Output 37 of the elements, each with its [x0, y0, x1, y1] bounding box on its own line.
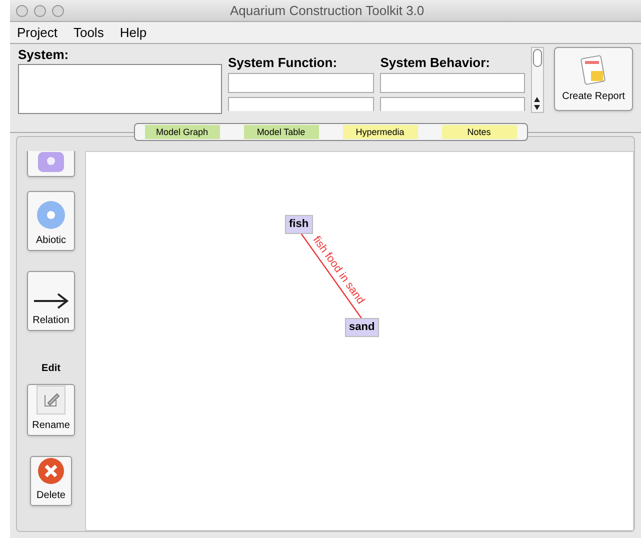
- behavior-field[interactable]: [380, 73, 524, 93]
- tab[interactable]: Hypermedia: [342, 125, 418, 139]
- window-title: Aquarium Construction Toolkit 3.0: [230, 2, 424, 20]
- tool-button[interactable]: Relation: [27, 271, 75, 331]
- tool-button[interactable]: Abiotic: [27, 191, 75, 251]
- graph-node[interactable]: fish: [285, 215, 313, 234]
- tool-button[interactable]: Delete: [30, 456, 72, 506]
- scroll-thumb[interactable]: [532, 49, 542, 67]
- menu-item[interactable]: Tools: [73, 22, 104, 42]
- zoom-icon[interactable]: [52, 4, 64, 16]
- menu-item[interactable]: Project: [17, 22, 58, 42]
- create-report-button[interactable]: Create Report: [554, 47, 634, 111]
- section-heading: Edit: [42, 362, 60, 376]
- scroll-up-icon[interactable]: [534, 97, 540, 102]
- scrollbar[interactable]: [530, 47, 544, 113]
- function-field[interactable]: [228, 73, 374, 93]
- system-field[interactable]: [18, 64, 222, 114]
- menu-item[interactable]: Help: [120, 22, 147, 42]
- tool-button[interactable]: Rename: [27, 384, 75, 436]
- close-icon[interactable]: [16, 4, 28, 16]
- system-label: System:: [18, 47, 70, 63]
- tool-button[interactable]: [27, 151, 75, 177]
- node-icon: [36, 152, 66, 174]
- tab[interactable]: Notes: [442, 125, 516, 139]
- tab[interactable]: Model Graph: [144, 125, 220, 139]
- system-behavior-label: System Behavior:: [380, 55, 492, 71]
- system-function-label: System Function:: [228, 55, 338, 71]
- function-field[interactable]: [228, 97, 374, 111]
- behavior-field[interactable]: [380, 97, 524, 111]
- pencil-icon: [36, 385, 66, 415]
- scroll-down-icon[interactable]: [534, 105, 540, 110]
- arrow-icon: [32, 292, 70, 310]
- circle-node-icon: [36, 200, 66, 230]
- delete-icon: [37, 457, 65, 485]
- graph-node[interactable]: sand: [345, 318, 379, 336]
- tab[interactable]: Model Table: [244, 125, 318, 139]
- minimize-icon[interactable]: [34, 4, 46, 16]
